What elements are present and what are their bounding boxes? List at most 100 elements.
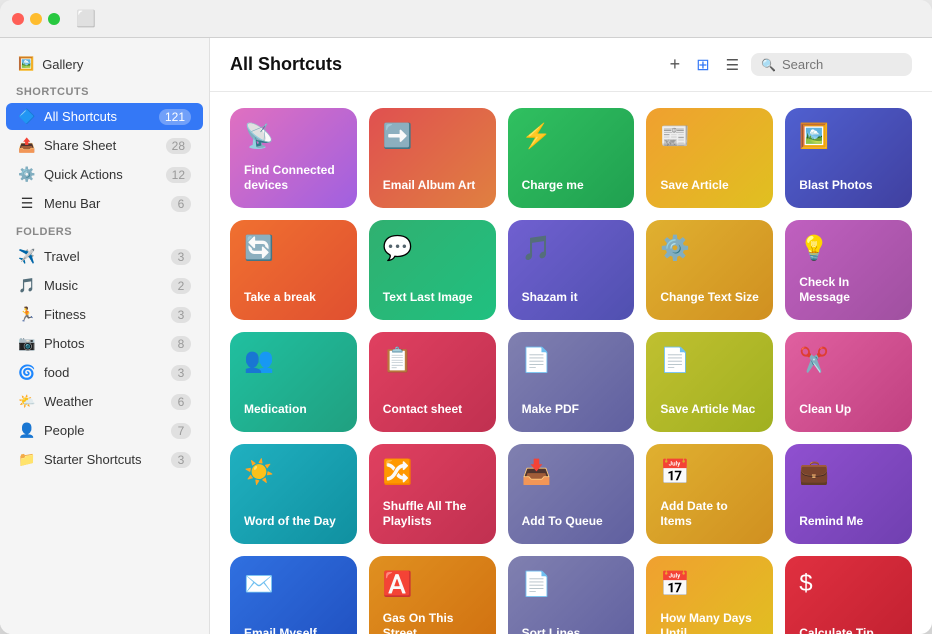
sidebar-item-starter[interactable]: 📁 Starter Shortcuts 3 xyxy=(6,446,203,473)
sidebar-item-food[interactable]: 🌀 food 3 xyxy=(6,359,203,386)
shortcut-icon: ⚡ xyxy=(522,122,621,151)
shortcut-label: Calculate Tip xyxy=(799,626,898,634)
share-sheet-icon: 📤 xyxy=(18,137,36,154)
food-count: 3 xyxy=(171,365,191,381)
shortcut-card[interactable]: 💬 Text Last Image xyxy=(369,220,496,320)
shortcut-icon: 📰 xyxy=(660,122,759,151)
shortcut-label: Change Text Size xyxy=(660,290,759,306)
shortcut-card[interactable]: ☀️ Word of the Day xyxy=(230,444,357,544)
shortcut-card[interactable]: ⚙️ Change Text Size xyxy=(646,220,773,320)
sidebar-item-share-sheet[interactable]: 📤 Share Sheet 28 xyxy=(6,132,203,159)
shortcut-card[interactable]: ✉️ Email Myself xyxy=(230,556,357,634)
shortcut-card[interactable]: 🎵 Shazam it xyxy=(508,220,635,320)
grid-view-button[interactable]: ⊞ xyxy=(692,51,713,79)
shortcut-label: Email Myself xyxy=(244,626,343,634)
traffic-lights xyxy=(12,13,60,25)
minimize-button[interactable] xyxy=(30,13,42,25)
sidebar-item-photos[interactable]: 📷 Photos 8 xyxy=(6,330,203,357)
shortcut-card[interactable]: ➡️ Email Album Art xyxy=(369,108,496,208)
shortcut-card[interactable]: ⚡ Charge me xyxy=(508,108,635,208)
shortcut-card[interactable]: 📋 Contact sheet xyxy=(369,332,496,432)
sidebar-item-quick-actions[interactable]: ⚙️ Quick Actions 12 xyxy=(6,161,203,188)
fitness-count: 3 xyxy=(171,307,191,323)
close-button[interactable] xyxy=(12,13,24,25)
sidebar-item-menu-bar[interactable]: ☰ Menu Bar 6 xyxy=(6,190,203,217)
all-shortcuts-label: All Shortcuts xyxy=(44,109,151,124)
shortcut-card[interactable]: 📰 Save Article xyxy=(646,108,773,208)
shortcut-card[interactable]: 💼 Remind Me xyxy=(785,444,912,544)
shortcut-icon: 📋 xyxy=(383,346,482,375)
add-button[interactable]: + xyxy=(666,50,685,79)
search-input[interactable] xyxy=(782,57,902,72)
search-box: 🔍 xyxy=(751,53,912,76)
shortcut-icon: 📥 xyxy=(522,458,621,487)
photos-count: 8 xyxy=(171,336,191,352)
sidebar-item-gallery[interactable]: 🖼️ Gallery xyxy=(6,51,203,77)
shortcut-label: Save Article xyxy=(660,178,759,194)
food-label: food xyxy=(44,365,163,380)
weather-icon: 🌤️ xyxy=(18,393,36,410)
shortcut-icon: 📄 xyxy=(522,346,621,375)
starter-icon: 📁 xyxy=(18,451,36,468)
shortcut-label: Take a break xyxy=(244,290,343,306)
photos-label: Photos xyxy=(44,336,163,351)
shortcut-icon: 📅 xyxy=(660,458,759,487)
maximize-button[interactable] xyxy=(48,13,60,25)
shortcut-card[interactable]: $ Calculate Tip xyxy=(785,556,912,634)
shortcut-label: Charge me xyxy=(522,178,621,194)
shortcut-card[interactable]: ✂️ Clean Up xyxy=(785,332,912,432)
travel-icon: ✈️ xyxy=(18,248,36,265)
shortcut-icon: $ xyxy=(799,570,898,598)
shortcut-card[interactable]: 👥 Medication xyxy=(230,332,357,432)
shortcut-icon: ✉️ xyxy=(244,570,343,599)
shortcut-icon: 📡 xyxy=(244,122,343,151)
sidebar-toggle-icon[interactable]: ⬜ xyxy=(76,9,96,29)
list-view-button[interactable]: ☰ xyxy=(722,52,743,78)
shortcut-icon: 💬 xyxy=(383,234,482,263)
travel-label: Travel xyxy=(44,249,163,264)
shortcut-card[interactable]: 🅰️ Gas On This Street xyxy=(369,556,496,634)
shortcut-label: Medication xyxy=(244,402,343,418)
shortcut-card[interactable]: 📡 Find Connected devices xyxy=(230,108,357,208)
sidebar-item-travel[interactable]: ✈️ Travel 3 xyxy=(6,243,203,270)
shortcut-label: Make PDF xyxy=(522,402,621,418)
shortcut-icon: 📄 xyxy=(660,346,759,375)
shortcut-card[interactable]: 📅 How Many Days Until xyxy=(646,556,773,634)
share-sheet-label: Share Sheet xyxy=(44,138,158,153)
shortcut-card[interactable]: 📄 Save Article Mac xyxy=(646,332,773,432)
shortcuts-section-label: Shortcuts xyxy=(0,78,209,102)
shortcut-card[interactable]: 📥 Add To Queue xyxy=(508,444,635,544)
quick-actions-count: 12 xyxy=(166,167,191,183)
shortcut-icon: 👥 xyxy=(244,346,343,375)
shortcut-card[interactable]: 🔄 Take a break xyxy=(230,220,357,320)
shortcut-label: Save Article Mac xyxy=(660,402,759,418)
shortcut-label: How Many Days Until xyxy=(660,611,759,634)
sidebar-item-music[interactable]: 🎵 Music 2 xyxy=(6,272,203,299)
shortcut-card[interactable]: 🖼️ Blast Photos xyxy=(785,108,912,208)
weather-label: Weather xyxy=(44,394,163,409)
fitness-label: Fitness xyxy=(44,307,163,322)
shortcut-label: Sort Lines xyxy=(522,626,621,634)
sidebar-item-weather[interactable]: 🌤️ Weather 6 xyxy=(6,388,203,415)
shortcut-card[interactable]: 📄 Make PDF xyxy=(508,332,635,432)
shortcut-card[interactable]: 📅 Add Date to Items xyxy=(646,444,773,544)
shortcut-icon: ➡️ xyxy=(383,122,482,151)
sidebar-item-fitness[interactable]: 🏃 Fitness 3 xyxy=(6,301,203,328)
sidebar-item-all-shortcuts[interactable]: 🔷 All Shortcuts 121 xyxy=(6,103,203,130)
shortcut-icon: 💼 xyxy=(799,458,898,487)
shortcut-card[interactable]: 🔀 Shuffle All The Playlists xyxy=(369,444,496,544)
shortcut-label: Find Connected devices xyxy=(244,163,343,194)
app-window: ⬜ 🖼️ Gallery Shortcuts 🔷 All Shortcuts 1… xyxy=(0,0,932,634)
starter-label: Starter Shortcuts xyxy=(44,452,163,467)
shortcut-card[interactable]: 📄 Sort Lines xyxy=(508,556,635,634)
shortcut-icon: ✂️ xyxy=(799,346,898,375)
shortcut-icon: 🅰️ xyxy=(383,570,482,599)
shortcut-card[interactable]: 💡 Check In Message xyxy=(785,220,912,320)
folders-section-label: Folders xyxy=(0,218,209,242)
shortcut-label: Contact sheet xyxy=(383,402,482,418)
sidebar-item-people[interactable]: 👤 People 7 xyxy=(6,417,203,444)
music-count: 2 xyxy=(171,278,191,294)
shortcuts-grid: 📡 Find Connected devices ➡️ Email Album … xyxy=(210,92,932,634)
music-label: Music xyxy=(44,278,163,293)
shortcut-icon: ☀️ xyxy=(244,458,343,487)
